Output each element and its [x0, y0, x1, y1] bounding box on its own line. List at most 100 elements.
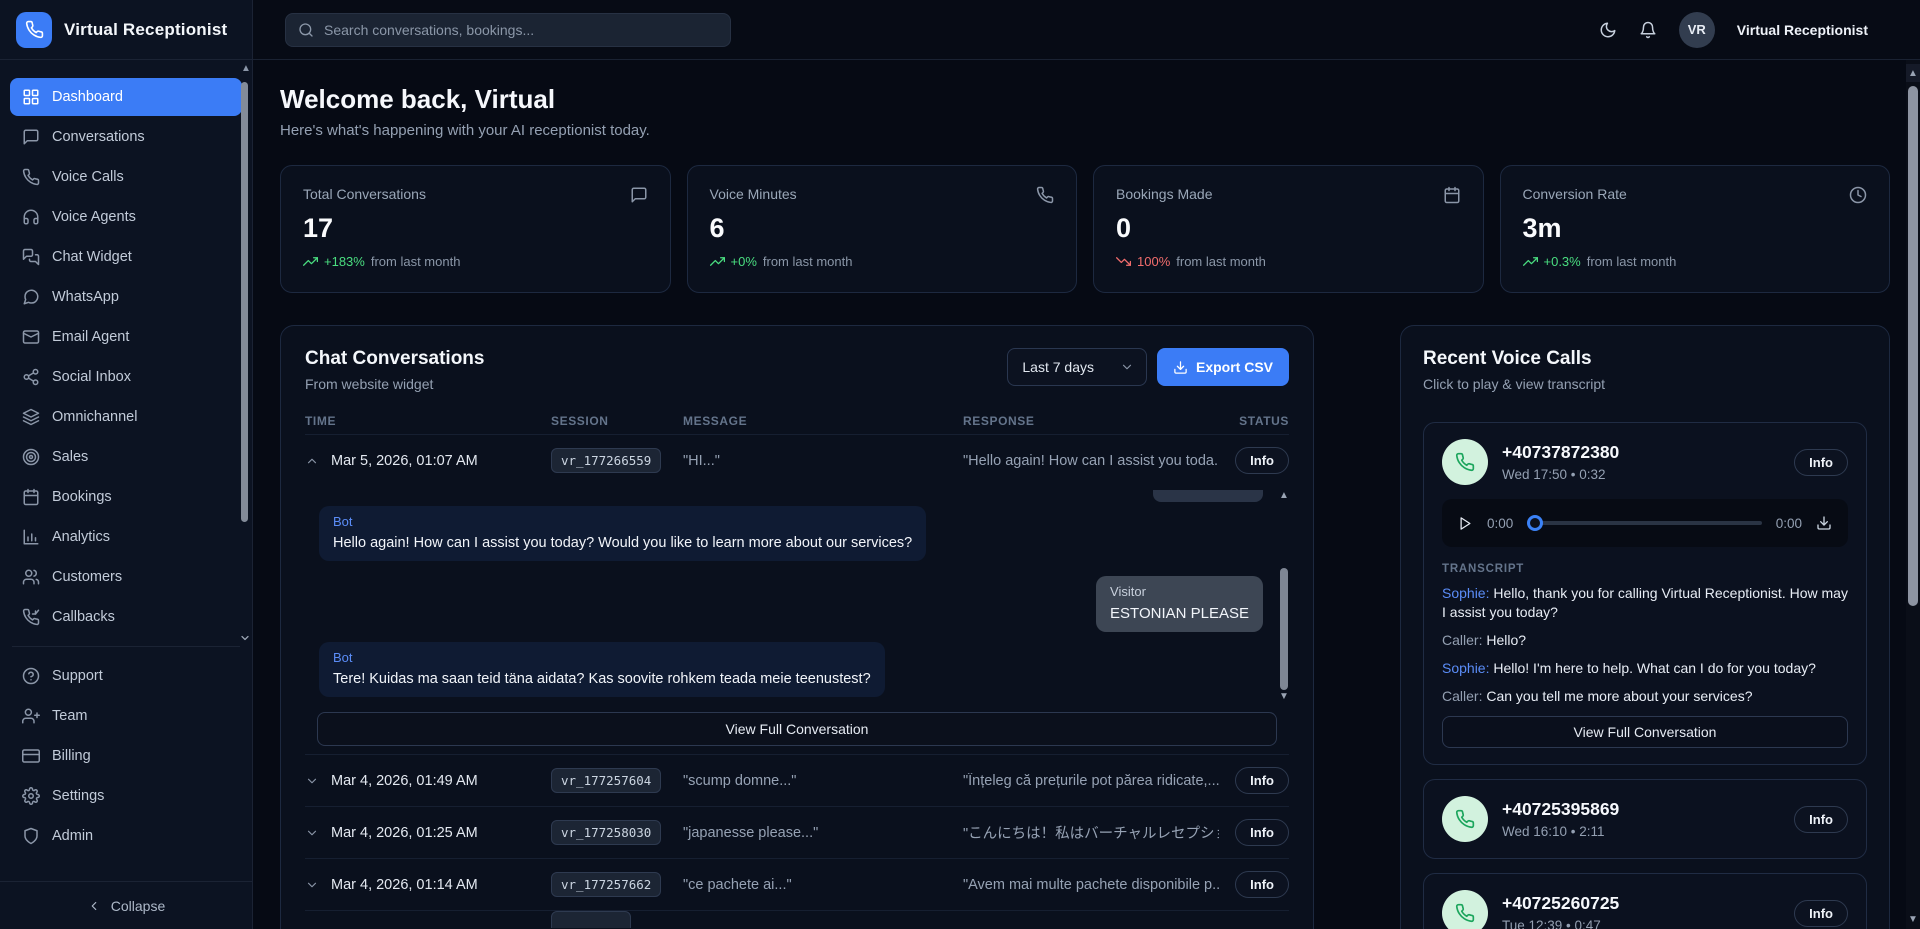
brand-title: Virtual Receptionist [64, 20, 227, 40]
chat-panel-subtitle: From website widget [305, 376, 484, 392]
audio-player: 0:00 0:00 [1442, 499, 1848, 547]
stat-value: 6 [710, 213, 1055, 244]
sidebar-item-customers[interactable]: Customers [10, 558, 242, 596]
sidebar-item-label: Omnichannel [52, 409, 137, 425]
moon-icon [1599, 21, 1617, 39]
info-button[interactable]: Info [1235, 819, 1289, 846]
dashboard-content: Welcome back, Virtual Here's what's happ… [253, 60, 1920, 929]
calendar-icon [1443, 186, 1461, 204]
info-button[interactable]: Info [1235, 871, 1289, 898]
voice-call-card[interactable]: +40725395869 Wed 16:10 • 2:11 Info [1423, 779, 1867, 859]
column-header-session: SESSION [551, 414, 683, 428]
download-icon [1173, 360, 1188, 375]
stat-card-conversion-rate: Conversion Rate 3m +0.3% from last month [1500, 165, 1891, 293]
sidebar-item-bookings[interactable]: Bookings [10, 478, 242, 516]
sidebar-item-email-agent[interactable]: Email Agent [10, 318, 242, 356]
sidebar-item-social-inbox[interactable]: Social Inbox [10, 358, 242, 396]
info-button[interactable]: Info [1794, 900, 1848, 927]
date-range-select[interactable]: Last 7 days [1007, 348, 1147, 386]
transcript-line: Caller: Can you tell me more about your … [1442, 687, 1848, 706]
download-icon[interactable] [1816, 515, 1832, 531]
sidebar-scrollbar-thumb[interactable] [241, 82, 248, 522]
collapse-button[interactable]: Collapse [0, 881, 252, 929]
sidebar-item-team[interactable]: Team [10, 697, 242, 735]
sidebar-item-label: Email Agent [52, 329, 129, 345]
transcript-speaker: Sophie: [1442, 585, 1489, 601]
slider-track [1527, 521, 1761, 525]
sidebar-item-label: Billing [52, 748, 91, 764]
chevron-down-icon[interactable] [239, 632, 251, 644]
page-scrollbar-thumb[interactable] [1908, 86, 1918, 606]
transcript-speaker: Caller: [1442, 688, 1482, 704]
sidebar-item-omnichannel[interactable]: Omnichannel [10, 398, 242, 436]
info-button[interactable]: Info [1794, 806, 1848, 833]
sidebar-item-label: Voice Calls [52, 169, 124, 185]
call-avatar [1442, 890, 1488, 929]
chevron-down-icon[interactable] [305, 826, 319, 840]
scroll-down-icon[interactable]: ▼ [1279, 691, 1289, 702]
info-button[interactable]: Info [1235, 767, 1289, 794]
stat-delta: 100% [1137, 254, 1170, 269]
sidebar-item-analytics[interactable]: Analytics [10, 518, 242, 556]
info-button[interactable]: Info [1235, 447, 1289, 474]
user-avatar[interactable]: VR [1679, 12, 1715, 48]
table-row-partial[interactable] [305, 910, 1289, 928]
message-text: Tere! Kuidas ma saan teid täna aidata? K… [333, 671, 871, 687]
messages-icon [22, 248, 40, 266]
view-full-conversation-button[interactable]: View Full Conversation [1442, 716, 1848, 748]
voice-call-card[interactable]: +40725260725 Tue 12:39 • 0:47 Info [1423, 873, 1867, 929]
table-row-expanded[interactable]: Mar 5, 2026, 01:07 AM vr_177266559 "HI..… [305, 434, 1289, 486]
call-avatar [1442, 439, 1488, 485]
table-row[interactable]: Mar 4, 2026, 01:14 AM vr_177257662 "ce p… [305, 858, 1289, 910]
shield-icon [22, 827, 40, 845]
view-full-conversation-button[interactable]: View Full Conversation [317, 712, 1277, 746]
scroll-up-icon[interactable]: ▲ [241, 64, 249, 74]
visitor-message-bubble: Visitor ESTONIAN PLEASE [1096, 576, 1263, 632]
sidebar-item-whatsapp[interactable]: WhatsApp [10, 278, 242, 316]
table-row[interactable]: Mar 4, 2026, 01:49 AM vr_177257604 "scum… [305, 754, 1289, 806]
table-row[interactable]: Mar 4, 2026, 01:25 AM vr_177258030 "japa… [305, 806, 1289, 858]
phone-icon [1455, 903, 1475, 923]
sidebar-item-sales[interactable]: Sales [10, 438, 242, 476]
voice-call-card-expanded[interactable]: +40737872380 Wed 17:50 • 0:32 Info 0:00 [1423, 422, 1867, 765]
chat-panel-title: Chat Conversations [305, 348, 484, 370]
slider-thumb[interactable] [1527, 515, 1543, 531]
sidebar-item-label: Support [52, 668, 103, 684]
global-search[interactable] [285, 13, 731, 47]
seek-slider[interactable] [1527, 515, 1761, 531]
chevron-up-icon[interactable] [305, 454, 319, 468]
share-icon [22, 368, 40, 386]
play-button[interactable] [1458, 516, 1473, 531]
dark-mode-toggle[interactable] [1599, 21, 1617, 39]
sidebar-item-callbacks[interactable]: Callbacks [10, 598, 242, 636]
conversation-scrollbar-thumb[interactable] [1280, 568, 1288, 690]
scroll-down-icon[interactable]: ▼ [1906, 914, 1920, 925]
sidebar-item-conversations[interactable]: Conversations [10, 118, 242, 156]
sidebar-item-admin[interactable]: Admin [10, 817, 242, 855]
sidebar-item-voice-agents[interactable]: Voice Agents [10, 198, 242, 236]
sidebar-nav: Dashboard Conversations Voice Calls Voic… [0, 60, 252, 881]
sidebar-item-voice-calls[interactable]: Voice Calls [10, 158, 242, 196]
scroll-up-icon[interactable]: ▲ [1279, 490, 1289, 501]
sidebar-item-support[interactable]: Support [10, 657, 242, 695]
export-csv-button[interactable]: Export CSV [1157, 348, 1289, 386]
bar-chart-icon [22, 528, 40, 546]
row-response: "Avem mai multe pachete disponibile p... [963, 877, 1219, 893]
search-input[interactable] [324, 22, 718, 38]
scroll-up-icon[interactable]: ▲ [1906, 64, 1920, 82]
info-button[interactable]: Info [1794, 449, 1848, 476]
sender-label: Visitor [1110, 584, 1249, 599]
topbar: VR Virtual Receptionist [253, 0, 1920, 60]
chevron-down-icon[interactable] [305, 878, 319, 892]
sidebar-item-billing[interactable]: Billing [10, 737, 242, 775]
bot-message-bubble: Bot Tere! Kuidas ma saan teid täna aidat… [319, 642, 885, 697]
stat-card-total-conversations: Total Conversations 17 +183% from last m… [280, 165, 671, 293]
dashboard-grid-icon [22, 88, 40, 106]
chevron-left-icon [87, 899, 101, 913]
phone-icon [1036, 186, 1054, 204]
chevron-down-icon[interactable] [305, 774, 319, 788]
sidebar-item-chat-widget[interactable]: Chat Widget [10, 238, 242, 276]
sidebar-item-dashboard[interactable]: Dashboard [10, 78, 242, 116]
notifications-button[interactable] [1639, 21, 1657, 39]
sidebar-item-settings[interactable]: Settings [10, 777, 242, 815]
